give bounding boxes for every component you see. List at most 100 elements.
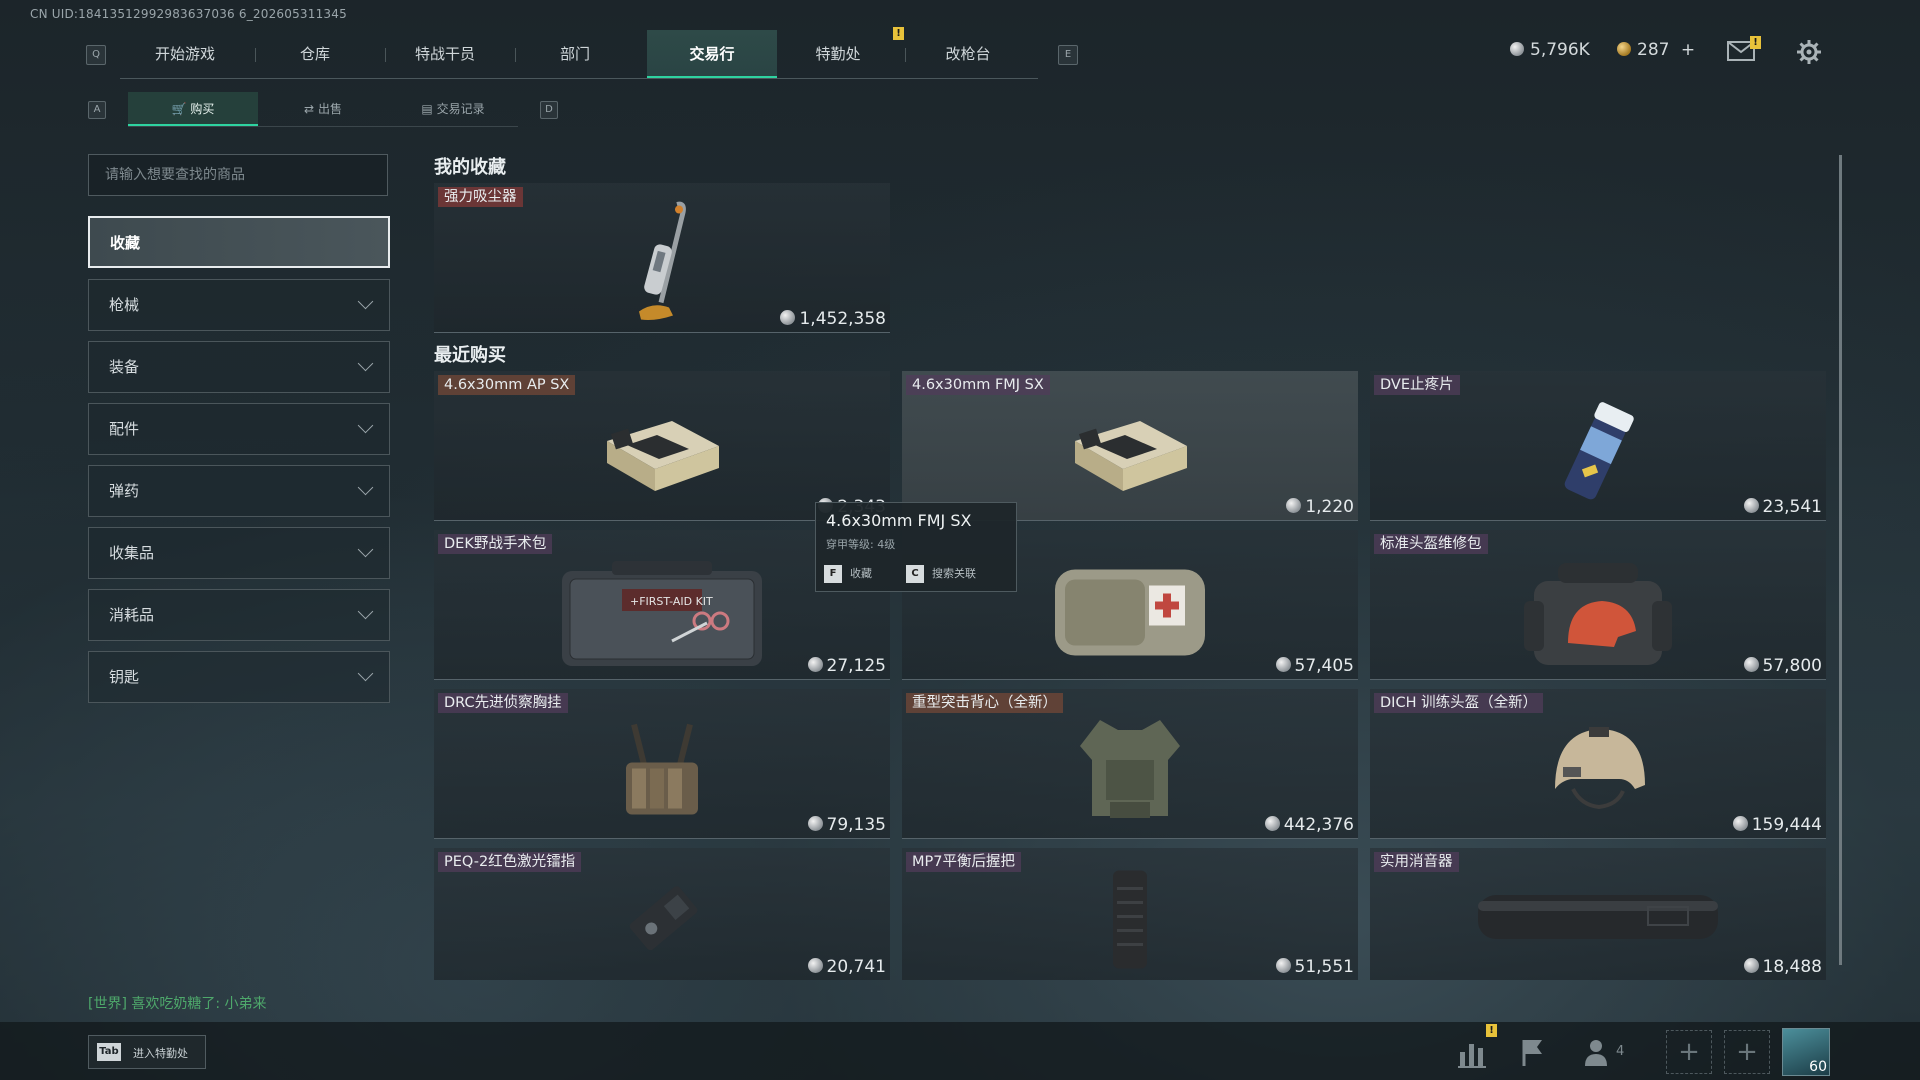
subnav-key-d: D: [540, 101, 558, 119]
item-name: DRC先进侦察胸挂: [438, 693, 568, 713]
silver-coin-icon: [1732, 816, 1748, 831]
add-teammate-button[interactable]: +: [1666, 1030, 1712, 1074]
tooltip-title: 4.6x30mm FMJ SX: [826, 511, 972, 530]
item-name: 标准头盔维修包: [1374, 534, 1488, 554]
squad-count: 4: [1616, 1044, 1625, 1059]
recent-item-card[interactable]: 4.6x30mm FMJ SX 1,220: [902, 371, 1358, 521]
tab-trading[interactable]: 交易行: [647, 30, 777, 78]
category-collectibles[interactable]: 收集品: [88, 527, 390, 579]
records-icon: ▤: [421, 102, 433, 116]
item-price: 57,800: [1743, 656, 1822, 676]
content-scrollbar[interactable]: [1839, 155, 1842, 965]
people-icon: [1585, 1040, 1607, 1066]
flag-button[interactable]: [1510, 1030, 1554, 1074]
flag-icon: [1522, 1040, 1542, 1066]
item-price: 27,125: [807, 656, 886, 676]
tab-special-ops[interactable]: 特勤处: [783, 30, 893, 78]
item-price: 51,551: [1275, 957, 1354, 977]
category-attachments[interactable]: 配件: [88, 403, 390, 455]
chat-channel: [世界]: [88, 996, 127, 1012]
chevron-down-icon: [357, 355, 374, 372]
category-ammo[interactable]: 弹药: [88, 465, 390, 517]
category-keys[interactable]: 钥匙: [88, 651, 390, 703]
recent-title: 最近购买: [434, 345, 506, 366]
item-price: 442,376: [1264, 815, 1354, 835]
silver-coin-icon: [1275, 657, 1291, 672]
recent-item-card[interactable]: DICH 训练头盔（全新） 159,444: [1370, 689, 1826, 839]
tab-start-game[interactable]: 开始游戏: [130, 30, 240, 78]
item-name: MP7平衡后握把: [906, 852, 1021, 872]
subnav-key-a: A: [88, 101, 106, 119]
silver-coin-icon: [1743, 958, 1759, 973]
add-gold-button[interactable]: +: [1681, 40, 1695, 60]
helmet-repair-bag-icon: [1524, 562, 1672, 665]
nav-key-q: Q: [86, 45, 106, 65]
silver-coin-icon: [1264, 816, 1280, 831]
recent-item-card[interactable]: MP7平衡后握把 51,551: [902, 848, 1358, 980]
recent-item-card[interactable]: 重型突击背心（全新） 442,376: [902, 689, 1358, 839]
chevron-down-icon: [357, 665, 374, 682]
favorite-item-card[interactable]: 强力吸尘器 1,452,358: [434, 183, 890, 333]
helmet-icon: [1555, 726, 1645, 809]
player-level: 60: [1809, 1059, 1827, 1075]
grip-icon: [1113, 870, 1147, 969]
recent-item-card[interactable]: 标准头盔维修包 57,800: [1370, 530, 1826, 680]
recent-item-card[interactable]: 实用消音器 18,488: [1370, 848, 1826, 980]
recent-item-card[interactable]: 4.6x30mm AP SX 2,343: [434, 371, 890, 521]
item-price: 23,541: [1743, 497, 1822, 517]
item-price: 20,741: [807, 957, 886, 977]
silver-coin-icon: [807, 657, 823, 672]
item-name: 4.6x30mm AP SX: [438, 375, 576, 395]
category-weapons[interactable]: 枪械: [88, 279, 390, 331]
chevron-down-icon: [357, 293, 374, 310]
tab-gunsmith[interactable]: 改枪台: [913, 30, 1023, 78]
category-favorites[interactable]: 收藏: [88, 216, 390, 268]
recent-item-card[interactable]: PEQ-2红色激光镭指 20,741: [434, 848, 890, 980]
subtab-sell[interactable]: ⇄ 出售: [258, 92, 388, 126]
subtab-records[interactable]: ▤ 交易记录: [388, 92, 518, 126]
item-name: DICH 训练头盔（全新）: [1374, 693, 1544, 713]
search-input[interactable]: 请输入想要查找的商品: [88, 154, 388, 196]
tab-warehouse[interactable]: 仓库: [260, 30, 370, 78]
gold-coin-icon: [1617, 42, 1631, 56]
special-ops-alert-icon: !: [893, 27, 904, 40]
recent-item-card[interactable]: DRC先进侦察胸挂 79,135: [434, 689, 890, 839]
player-avatar[interactable]: 60: [1782, 1028, 1830, 1076]
trade-subnav: 🛒 购买 ⇄ 出售 ▤ 交易记录: [128, 92, 518, 127]
settings-button[interactable]: [1796, 39, 1822, 65]
subtab-buy[interactable]: 🛒 购买: [128, 92, 258, 126]
silver-coin-icon: [1743, 657, 1759, 672]
chevron-down-icon: [357, 541, 374, 558]
vacuum-icon: [639, 201, 686, 320]
squad-button[interactable]: 4: [1582, 1030, 1642, 1074]
mail-alert-icon: !: [1750, 36, 1761, 49]
silver-coin-icon: [807, 816, 823, 831]
category-equipment[interactable]: 装备: [88, 341, 390, 393]
item-name: 实用消音器: [1374, 852, 1459, 872]
tooltip-search-related-action[interactable]: C 搜索关联: [906, 565, 976, 583]
pill-bottle-icon: [1564, 401, 1634, 499]
favorites-title: 我的收藏: [434, 157, 506, 178]
armor-vest-icon: [1080, 719, 1180, 818]
category-consumables[interactable]: 消耗品: [88, 589, 390, 641]
tab-operators[interactable]: 特战干员: [390, 30, 500, 78]
sell-icon: ⇄: [304, 102, 315, 116]
silver-coin-icon: [1510, 42, 1524, 56]
chevron-down-icon: [357, 603, 374, 620]
world-chat[interactable]: [世界] 喜欢吃奶糖了: 小弟来: [88, 993, 267, 1013]
add-teammate-button[interactable]: +: [1724, 1030, 1770, 1074]
tab-department[interactable]: 部门: [520, 30, 630, 78]
nav-key-e: E: [1058, 45, 1078, 65]
item-name: 4.6x30mm FMJ SX: [906, 375, 1050, 395]
silver-coin-icon: [1743, 498, 1759, 513]
tooltip-detail: 穿甲等级: 4级: [826, 538, 896, 551]
item-price: 79,135: [807, 815, 886, 835]
surgery-kit-icon: +FIRST-AID KIT: [562, 560, 762, 666]
tooltip-favorite-action[interactable]: F 收藏: [824, 565, 872, 583]
recent-item-card[interactable]: DVE止疼片 23,541: [1370, 371, 1826, 521]
suppressor-icon: [1478, 895, 1718, 939]
medical-pouch-icon: [1055, 569, 1205, 655]
chevron-down-icon: [357, 479, 374, 496]
ammo-box-icon: [1075, 420, 1187, 491]
enter-special-ops-button[interactable]: Tab 进入特勤处: [88, 1035, 206, 1069]
